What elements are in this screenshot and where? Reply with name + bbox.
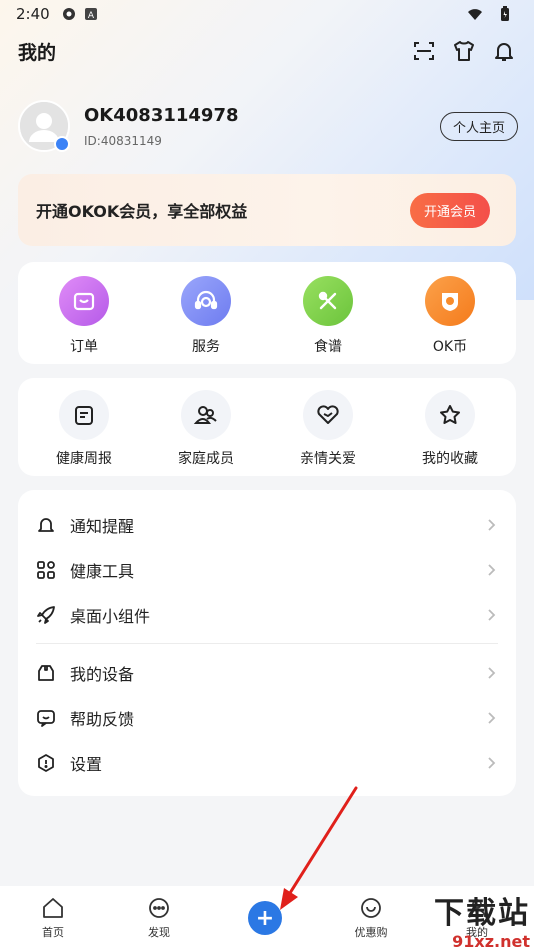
tools-card: 健康周报 家庭成员 亲情关爱 我的收藏 (18, 378, 516, 476)
profile-section: OK4083114978 ID:40831149 个人主页 (18, 98, 518, 154)
tab-home[interactable]: 首页 (0, 896, 106, 940)
tool-favorites[interactable]: 我的收藏 (390, 390, 510, 468)
tool-health-report[interactable]: 健康周报 (24, 390, 144, 468)
chevron-right-icon (488, 666, 496, 679)
menu-settings[interactable]: 设置 (36, 740, 498, 785)
shortcut-recipe-label: 食谱 (314, 339, 342, 355)
shortcut-recipe[interactable]: 食谱 (268, 276, 388, 356)
shortcuts-card: 订单 服务 食谱 OK币 (18, 262, 516, 364)
menu-my-devices[interactable]: 我的设备 (36, 650, 498, 695)
vip-banner-text: 开通OKOK会员，享全部权益 (36, 202, 248, 221)
wifi-icon (468, 9, 482, 20)
scan-icon[interactable] (412, 39, 436, 63)
menu-divider (36, 643, 498, 644)
watermark-logo: 下载站 91xz.net (410, 888, 534, 950)
menu-desktop-widgets[interactable]: 桌面小组件 (36, 592, 498, 637)
order-icon (59, 276, 109, 326)
chevron-right-icon (488, 608, 496, 621)
app-notification-icon (62, 8, 75, 20)
chevron-right-icon (488, 756, 496, 769)
menu-my-devices-label: 我的设备 (70, 664, 135, 684)
tool-family-members[interactable]: 家庭成员 (146, 390, 266, 468)
user-id: ID:40831149 (84, 133, 162, 148)
ok-coin-icon (425, 276, 475, 326)
personal-homepage-button[interactable]: 个人主页 (439, 111, 518, 141)
menu-settings-label: 设置 (70, 754, 103, 774)
family-care-icon (303, 390, 353, 440)
app-a-icon: A (84, 8, 97, 21)
arrow-line (288, 786, 358, 895)
avatar[interactable] (18, 100, 70, 152)
health-report-icon (59, 390, 109, 440)
tab-shop-label: 优惠购 (354, 926, 388, 939)
shortcut-order[interactable]: 订单 (24, 276, 144, 356)
settings-icon (38, 753, 54, 772)
recipe-icon (303, 276, 353, 326)
shortcut-service-label: 服务 (192, 339, 220, 355)
menu-help-feedback-label: 帮助反馈 (70, 709, 135, 729)
shop-icon (361, 898, 381, 918)
menu-notifications-label: 通知提醒 (70, 516, 135, 536)
settings-menu-card: 通知提醒 健康工具 桌面小组件 我的设备 帮助反馈 设置 (18, 490, 516, 796)
favorites-icon (425, 390, 475, 440)
bell-icon (38, 517, 54, 532)
user-name: OK4083114978 (84, 104, 239, 126)
discover-icon (149, 898, 169, 918)
home-icon (43, 898, 63, 918)
chevron-right-icon (488, 563, 496, 576)
page-header: 我的 (0, 34, 534, 68)
page-title: 我的 (18, 41, 57, 64)
rocket-icon (37, 605, 55, 624)
shortcut-order-label: 订单 (70, 339, 98, 355)
grid-tools-icon (37, 560, 55, 579)
open-vip-button[interactable]: 开通会员 (409, 192, 490, 228)
menu-desktop-widgets-label: 桌面小组件 (70, 606, 151, 626)
tool-family-care[interactable]: 亲情关爱 (268, 390, 388, 468)
feedback-icon (37, 709, 55, 727)
tool-favorites-label: 我的收藏 (422, 451, 478, 467)
status-bar: 2:40 A (0, 0, 534, 28)
shortcut-ok-coin-label: OK币 (432, 339, 468, 355)
menu-health-tools[interactable]: 健康工具 (36, 547, 498, 592)
family-members-icon (181, 390, 231, 440)
device-icon (38, 664, 54, 681)
edit-avatar-icon[interactable] (54, 136, 70, 152)
chevron-right-icon (488, 518, 496, 531)
tool-health-report-label: 健康周报 (56, 451, 112, 467)
tab-shop[interactable]: 优惠购 (318, 896, 424, 940)
chevron-right-icon (488, 711, 496, 724)
service-headset-icon (181, 276, 231, 326)
menu-notifications[interactable]: 通知提醒 (36, 502, 498, 547)
menu-health-tools-label: 健康工具 (70, 561, 135, 581)
shirt-icon[interactable] (452, 39, 476, 63)
bell-header-icon[interactable] (492, 39, 516, 63)
shortcut-ok-coin[interactable]: OK币 (390, 276, 510, 356)
menu-help-feedback[interactable]: 帮助反馈 (36, 695, 498, 740)
tab-discover[interactable]: 发现 (106, 896, 212, 940)
watermark-title: 下载站 (434, 895, 530, 931)
vip-banner[interactable]: 开通OKOK会员，享全部权益 开通会员 (18, 174, 516, 246)
tab-add[interactable]: + (212, 901, 318, 935)
tab-home-label: 首页 (42, 926, 64, 939)
tool-family-members-label: 家庭成员 (178, 451, 234, 467)
status-time: 2:40 (16, 5, 50, 23)
svg-text:A: A (88, 11, 95, 21)
add-icon: + (248, 901, 282, 935)
tool-family-care-label: 亲情关爱 (300, 451, 356, 467)
shortcut-service[interactable]: 服务 (146, 276, 266, 356)
battery-icon (501, 6, 509, 21)
tab-discover-label: 发现 (148, 926, 170, 939)
watermark-domain: 91xz.net (452, 931, 530, 950)
